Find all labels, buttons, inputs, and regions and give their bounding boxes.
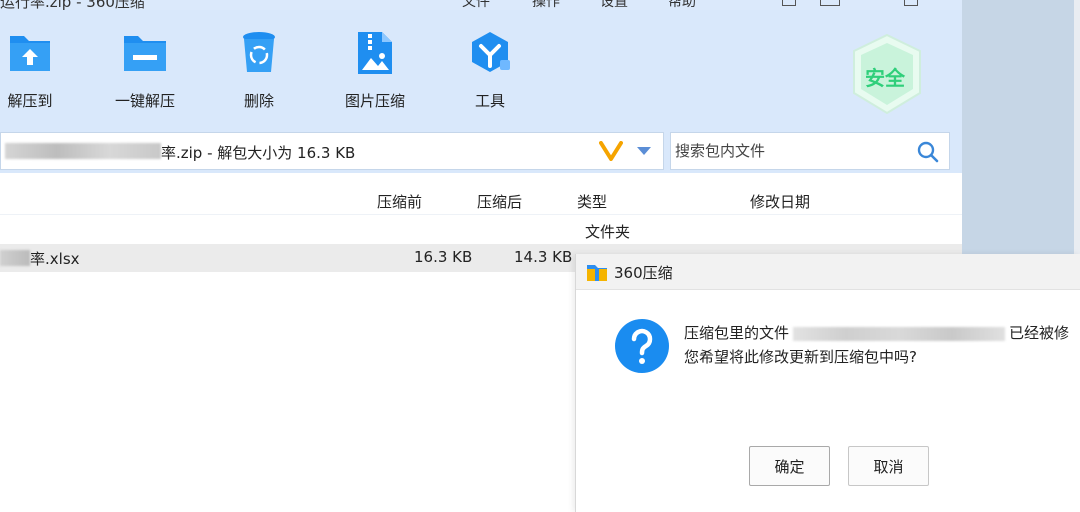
tools-label: 工具: [474, 92, 506, 110]
dialog-title: 360压缩: [614, 264, 673, 282]
address-text: 率.zip - 解包大小为 16.3 KB: [161, 144, 356, 162]
dialog-message-prefix: 压缩包里的文件: [684, 324, 790, 342]
search-input[interactable]: [675, 140, 905, 162]
file-list-header: 压缩前 压缩后 类型 修改日期: [0, 185, 962, 215]
image-compress-button[interactable]: 图片压缩: [345, 30, 405, 110]
address-bar[interactable]: 率.zip - 解包大小为 16.3 KB: [0, 132, 664, 170]
image-compress-icon: [358, 32, 392, 74]
folder-type-text: 文件夹: [585, 223, 631, 241]
column-modified-date[interactable]: 修改日期: [750, 191, 810, 212]
address-row: 率.zip - 解包大小为 16.3 KB: [0, 128, 962, 173]
delete-label: 删除: [243, 92, 275, 110]
security-label: 安全: [865, 66, 905, 90]
search-icon[interactable]: [917, 141, 939, 163]
menu-operate[interactable]: 操作: [532, 0, 560, 10]
redacted-filename: [5, 143, 161, 159]
app-icon: [587, 265, 607, 281]
delete-icon: [243, 32, 275, 72]
one-click-extract-label: 一键解压: [114, 92, 176, 110]
extract-to-label: 解压到: [7, 92, 53, 110]
column-size-before[interactable]: 压缩前: [377, 191, 422, 212]
dialog-title-bar: 360压缩: [576, 254, 1080, 290]
maximize-icon[interactable]: [904, 0, 918, 6]
file-size-after: 14.3 KB: [514, 248, 573, 266]
menu-help[interactable]: 帮助: [668, 0, 696, 10]
window-title: 运行率.zip - 360压缩: [0, 0, 145, 10]
update-archive-dialog: 360压缩 压缩包里的文件 已经被修 您希望将此修改更新到压缩包中吗? 确定 取消: [575, 254, 1080, 512]
one-click-extract-icon: [124, 36, 166, 71]
one-click-extract-button[interactable]: 一键解压: [115, 30, 175, 110]
chevron-down-icon[interactable]: [637, 147, 651, 155]
redacted-filename: [0, 250, 30, 266]
image-compress-label: 图片压缩: [344, 92, 406, 110]
ok-button[interactable]: 确定: [749, 446, 830, 486]
close-icon[interactable]: [934, 0, 948, 6]
file-name: 率.xlsx: [30, 250, 80, 268]
menu-settings[interactable]: 设置: [600, 0, 628, 10]
dialog-message-line1: 压缩包里的文件 已经被修: [684, 322, 1069, 343]
extract-to-button[interactable]: 解压到: [7, 30, 53, 110]
skin-icon[interactable]: [782, 0, 796, 6]
column-type[interactable]: 类型: [577, 191, 607, 212]
toolbar: 解压到 一键解压 删除 图片压缩 工具 安全: [0, 10, 962, 128]
column-size-after[interactable]: 压缩后: [477, 191, 522, 212]
question-icon: [615, 319, 669, 373]
security-badge[interactable]: 安全: [850, 33, 924, 115]
v-logo-icon[interactable]: [599, 141, 623, 161]
file-size-before: 16.3 KB: [414, 248, 473, 266]
search-box[interactable]: [670, 132, 950, 170]
tools-button[interactable]: 工具: [470, 30, 512, 110]
feedback-icon[interactable]: [820, 0, 840, 6]
dialog-message-line2: 您希望将此修改更新到压缩包中吗?: [684, 348, 917, 366]
tools-icon: [472, 32, 510, 72]
title-bar: 运行率.zip - 360压缩 文件 操作 设置 帮助: [0, 0, 962, 10]
menu-file[interactable]: 文件: [462, 0, 490, 10]
redacted-filename: [793, 326, 1006, 341]
cancel-button[interactable]: 取消: [848, 446, 929, 486]
dialog-message-suffix: 已经被修: [1009, 324, 1070, 342]
delete-button[interactable]: 删除: [241, 30, 277, 110]
extract-to-icon: [10, 36, 50, 71]
